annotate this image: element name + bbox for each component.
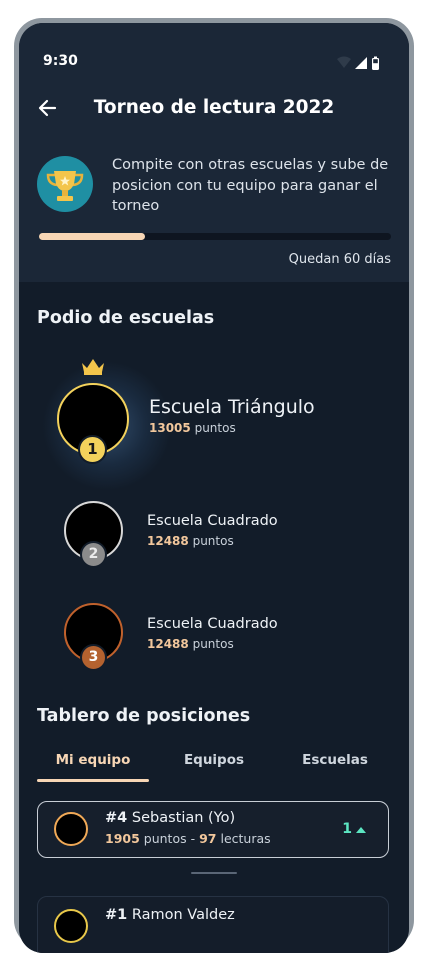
leaderboard-title: Tablero de posiciones — [37, 706, 251, 726]
rank-badge-2: 2 — [80, 541, 107, 568]
avatar — [54, 909, 88, 943]
school-name-3: Escuela Cuadrado — [147, 616, 278, 632]
school-name-2: Escuela Cuadrado — [147, 513, 278, 529]
school-points-1: 13005 puntos — [149, 421, 236, 435]
intro-text: Compite con otras escuelas y sube de pos… — [112, 157, 389, 214]
trophy-icon — [37, 156, 93, 212]
tab-escuelas[interactable]: Escuelas — [270, 752, 400, 768]
member-name: #4 Sebastian (Yo) — [105, 810, 236, 826]
divider — [191, 872, 237, 874]
tournament-progress-fill — [39, 233, 145, 240]
school-name-1: Escuela Triángulo — [149, 396, 315, 418]
status-time: 9:30 — [43, 53, 78, 69]
list-item[interactable]: #1 Ramon Valdez — [37, 896, 389, 953]
my-position-card[interactable]: #4 Sebastian (Yo) 1905 puntos - 97 lectu… — [37, 801, 389, 858]
tab-equipos[interactable]: Equipos — [149, 752, 279, 768]
school-points-2: 12488 puntos — [147, 534, 234, 548]
arrow-up-icon — [356, 827, 366, 833]
tab-mi-equipo[interactable]: Mi equipo — [28, 752, 158, 768]
days-remaining: Quedan 60 días — [288, 252, 391, 267]
avatar — [54, 812, 88, 846]
member-name: #1 Ramon Valdez — [105, 907, 235, 923]
podium-title: Podio de escuelas — [37, 308, 215, 328]
tournament-header: 9:30 Torneo de lectura 2022 Compite con … — [19, 23, 409, 282]
crown-icon — [82, 359, 104, 375]
status-icons — [337, 56, 379, 70]
rank-change-value: 1 — [342, 821, 352, 837]
app-screen: 9:30 Torneo de lectura 2022 Compite con … — [19, 23, 409, 953]
phone-frame: 9:30 Torneo de lectura 2022 Compite con … — [14, 18, 414, 953]
member-stats: 1905 puntos - 97 lecturas — [105, 831, 271, 846]
active-tab-indicator — [37, 779, 149, 782]
rank-badge-1: 1 — [78, 435, 107, 464]
wifi-icon — [337, 56, 351, 68]
page-title: Torneo de lectura 2022 — [93, 97, 335, 118]
tournament-progress — [39, 233, 391, 240]
rank-badge-3: 3 — [80, 644, 107, 671]
signal-icon — [355, 57, 367, 69]
school-points-3: 12488 puntos — [147, 637, 234, 651]
